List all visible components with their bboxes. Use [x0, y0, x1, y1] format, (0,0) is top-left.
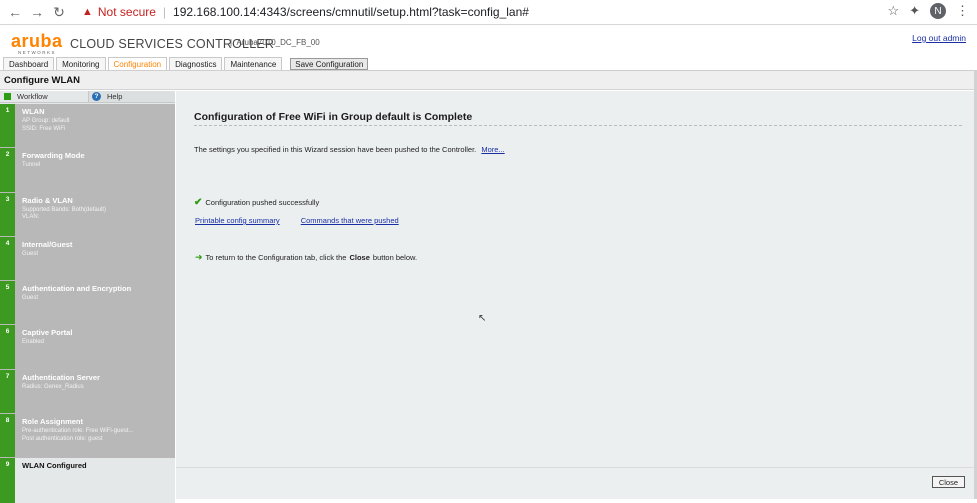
- page-title: Configure WLAN: [0, 71, 977, 90]
- tab-monitoring[interactable]: Monitoring: [56, 57, 106, 70]
- logout-link[interactable]: Log out admin: [912, 33, 966, 43]
- return-text-post: button below.: [372, 253, 418, 262]
- save-configuration-button[interactable]: Save Configuration: [290, 58, 369, 70]
- pushed-commands-link[interactable]: Commands that were pushed: [301, 216, 399, 225]
- step-detail: Supported Bands: Both(default): [22, 206, 107, 213]
- step-detail: VLAN:: [22, 214, 40, 221]
- menu-icon[interactable]: ⋮: [956, 3, 969, 19]
- main-tabs: Dashboard Monitoring Configuration Diagn…: [3, 56, 369, 70]
- step-number: 2: [0, 148, 15, 192]
- return-text-bold: Close: [349, 253, 370, 262]
- extensions-icon[interactable]: ✦: [909, 3, 920, 19]
- step-detail: AP Group: default: [22, 118, 70, 124]
- step-title: Internal/Guest: [22, 239, 73, 249]
- return-text-pre: To return to the Configuration tab, clic…: [205, 253, 347, 262]
- step-number: 8: [0, 414, 15, 458]
- step-detail: Guest: [22, 250, 39, 257]
- more-link[interactable]: More...: [481, 145, 504, 154]
- tab-dashboard[interactable]: Dashboard: [3, 57, 55, 70]
- step-detail: SSID: Free WiFi: [22, 125, 66, 132]
- warning-icon: ▲: [82, 6, 93, 18]
- profile-avatar[interactable]: N: [930, 3, 946, 19]
- step-title: WLAN: [22, 107, 45, 116]
- step-forwarding-mode[interactable]: 2 Forwarding Mode Tunnel: [0, 148, 175, 193]
- logo-word: aruba: [11, 31, 63, 51]
- tab-maintenance[interactable]: Maintenance: [224, 57, 283, 70]
- step-detail: Radius: Genex_Radius: [22, 383, 84, 390]
- config-summary-link[interactable]: Printable config summary: [195, 216, 280, 225]
- step-authentication-server[interactable]: 7 Authentication Server Radius: Genex_Ra…: [0, 369, 175, 415]
- security-label: Not secure: [97, 5, 156, 19]
- workflow-panel: Workflow ? Help 1 WLAN AP Group: default…: [0, 91, 175, 503]
- device-label: Aruba7010_DC_FB_00: [236, 38, 320, 47]
- step-detail: Enabled: [22, 339, 45, 346]
- heading-divider: [194, 125, 962, 126]
- mouse-cursor-icon: ↖: [478, 313, 487, 324]
- panel-header: Workflow ? Help: [0, 91, 175, 103]
- result-links: Printable config summary Commands that w…: [195, 216, 418, 225]
- step-wlan[interactable]: 1 WLAN AP Group: default SSID: Free WiFi: [0, 104, 175, 149]
- step-number: 7: [0, 369, 15, 414]
- tab-configuration[interactable]: Configuration: [107, 57, 168, 70]
- step-number: 5: [0, 281, 15, 325]
- step-internal-guest[interactable]: 4 Internal/Guest Guest: [0, 236, 175, 282]
- step-detail: Tunnel: [22, 162, 41, 169]
- step-role-assignment[interactable]: 8 Role Assignment Pre-authentication rol…: [0, 414, 175, 459]
- address-bar[interactable]: 192.168.100.14:4343/screens/cmnutil/setu…: [173, 5, 529, 19]
- return-instructions: ➜ To return to the Configuration tab, cl…: [195, 252, 417, 263]
- browser-toolbar: ← → ↻ ▲ Not secure | 192.168.100.14:4343…: [0, 0, 977, 25]
- close-button[interactable]: Close: [931, 476, 965, 488]
- reload-icon[interactable]: ↻: [48, 1, 70, 23]
- step-title: Radio & VLAN: [22, 195, 73, 205]
- step-title: WLAN Configured: [22, 461, 87, 471]
- step-number: 4: [0, 236, 15, 281]
- aruba-logo: aruba NETWORKS: [11, 32, 63, 55]
- address-separator: |: [162, 5, 167, 19]
- pushed-text: The settings you specified in this Wizar…: [194, 145, 477, 154]
- main-content: Configuration of Free WiFi in Group defa…: [176, 91, 977, 499]
- security-indicator[interactable]: ▲ Not secure: [82, 5, 156, 19]
- step-radio-vlan[interactable]: 3 Radio & VLAN Supported Bands: Both(def…: [0, 192, 175, 237]
- step-number: 3: [0, 192, 15, 236]
- push-status-text: Configuration pushed successfully: [205, 198, 320, 207]
- step-authentication-encryption[interactable]: 5 Authentication and Encryption Guest: [0, 281, 175, 326]
- step-title: Role Assignment: [22, 417, 83, 427]
- help-icon: ?: [92, 92, 101, 101]
- step-number: 6: [0, 325, 15, 369]
- check-icon: ✔: [194, 197, 203, 208]
- step-detail: Post authentication role: guest: [22, 435, 103, 442]
- step-number: 1: [0, 104, 15, 148]
- step-captive-portal[interactable]: 6 Captive Portal Enabled: [0, 325, 175, 370]
- help-label: Help: [107, 92, 123, 101]
- step-title: Authentication Server: [22, 372, 100, 382]
- workflow-steps: 1 WLAN AP Group: default SSID: Free WiFi…: [0, 104, 175, 503]
- back-icon[interactable]: ←: [4, 1, 26, 23]
- workflow-label: Workflow: [17, 92, 48, 101]
- completion-heading: Configuration of Free WiFi in Group defa…: [194, 111, 473, 123]
- arrow-right-icon: ➜: [195, 252, 203, 262]
- step-detail: Guest: [22, 295, 39, 302]
- step-title: Captive Portal: [22, 328, 73, 338]
- step-detail: Pre-authentication role: Free WiFi-guest…: [22, 428, 134, 435]
- step-title: Forwarding Mode: [22, 151, 85, 161]
- push-status: ✔ Configuration pushed successfully: [194, 197, 319, 208]
- logo-sub: NETWORKS: [17, 50, 56, 55]
- help-tab[interactable]: ? Help: [88, 91, 175, 102]
- footer-divider: [176, 467, 977, 468]
- workflow-icon: [4, 93, 11, 100]
- step-wlan-configured[interactable]: 9 WLAN Configured: [0, 458, 175, 503]
- device-name: | Aruba7010_DC_FB_00: [230, 38, 320, 47]
- pushed-message: The settings you specified in this Wizar…: [194, 145, 505, 154]
- workflow-tab[interactable]: Workflow: [0, 91, 88, 102]
- forward-icon[interactable]: →: [26, 1, 48, 23]
- step-title: Authentication and Encryption: [22, 284, 132, 294]
- step-number: 9: [0, 458, 15, 503]
- tab-diagnostics[interactable]: Diagnostics: [169, 57, 223, 70]
- star-icon[interactable]: ☆: [887, 3, 899, 19]
